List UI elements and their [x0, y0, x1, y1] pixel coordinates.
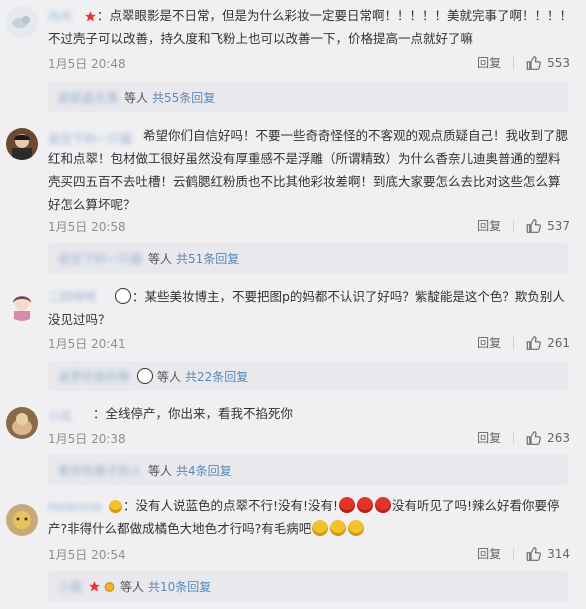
reply-button[interactable]: 回复	[477, 545, 501, 562]
reply-button[interactable]: 回复	[477, 429, 501, 446]
comment-item: 丹丹 ：点翠眼影是不日常，但是为什么彩妆一定要日常啊！！！！！美就完事了啊！！！…	[0, 0, 586, 120]
angry-face-icon	[339, 497, 356, 513]
avatar[interactable]	[6, 6, 38, 38]
comment-body: ：点翠眼影是不日常，但是为什么彩妆一定要日常啊！！！！！美就完事了啊！！！！不过…	[48, 8, 573, 46]
thumbs-up-icon	[526, 55, 542, 70]
like-button[interactable]: 314	[526, 547, 570, 561]
divider	[513, 219, 515, 232]
reply-user[interactable]: 庭前晶光落	[58, 89, 118, 106]
reply-thread[interactable]: 波罗吃饭的熊 等人 共22条回复	[48, 361, 568, 391]
angry-face-icon	[357, 497, 374, 513]
comment-item: 小瓜 ：全线停产，你出来，看我不掐死你 1月5日 20:38 回复 263 喜欢…	[0, 395, 586, 490]
like-count: 261	[547, 335, 570, 350]
avatar[interactable]	[6, 504, 38, 536]
reply-button[interactable]: 回复	[477, 54, 501, 71]
timestamp: 1月5日 20:38	[48, 432, 126, 446]
reply-count-link[interactable]: 共55条回复	[152, 89, 215, 106]
reply-mid: 等人	[120, 579, 145, 594]
like-count: 553	[547, 55, 570, 70]
thumbs-up-icon	[526, 546, 542, 561]
panda-icon	[137, 368, 154, 384]
like-count: 263	[547, 430, 570, 445]
star-icon	[88, 580, 101, 593]
comment-item: 二四呀呀 ：某些美妆博主，不要把图p的妈都不认识了好吗？紫靛能是这个色？欺负别人…	[0, 275, 586, 395]
divider	[513, 56, 515, 69]
reply-count-link[interactable]: 共51条回复	[176, 250, 239, 267]
divider	[513, 336, 515, 349]
comment-actions: 回复 537	[477, 217, 570, 234]
comment-actions: 回复 261	[477, 334, 570, 351]
reply-thread[interactable]: 小茵 等人 共10条回复	[48, 571, 568, 601]
shrug-emoji-icon	[312, 520, 329, 536]
divider	[513, 431, 515, 444]
comment-actions: 回复 553	[477, 54, 570, 71]
timestamp: 1月5日 20:48	[48, 57, 126, 71]
medal-icon	[103, 580, 116, 593]
like-button[interactable]: 553	[526, 56, 570, 70]
comment-text: ：没有人说蓝色的点翠不行!没有!没有! 没有听见了吗!辣么好看你要停产?非得什么都…	[48, 494, 572, 540]
shrug-emoji-icon	[348, 520, 365, 536]
timestamp: 1月5日 20:54	[48, 548, 126, 562]
comment-text: 希望你们自信好吗！不要一些奇奇怪怪的不客观的观点质疑自己！我收到了腮红和点翠！包…	[48, 128, 569, 212]
comment-text: ：某些美妆博主，不要把图p的妈都不认识了好吗？紫靛能是这个色？欺负别人没见过吗？	[48, 285, 572, 331]
comment-body: ：没有人说蓝色的点翠不行!没有!没有!	[123, 498, 339, 513]
comment-actions: 回复 263	[477, 429, 570, 446]
thumbs-up-icon	[526, 335, 542, 350]
timestamp: 1月5日 20:41	[48, 337, 126, 351]
comment-item: 是空下的一只猫 希望你们自信好吗！不要一些奇奇怪怪的不客观的观点质疑自己！我收到…	[0, 120, 586, 275]
reply-user[interactable]: 小茵	[58, 578, 82, 595]
comment-item: HeiAnnie ：没有人说蓝色的点翠不行!没有!没有! 没有听见了吗!辣么好看你…	[0, 490, 586, 609]
reply-thread[interactable]: 是空下的一只猫 等人 共51条回复	[48, 243, 568, 273]
reply-user[interactable]: 是空下的一只猫	[58, 250, 142, 267]
thumbs-up-icon	[526, 218, 542, 233]
timestamp: 1月5日 20:58	[48, 220, 126, 234]
divider	[513, 547, 515, 560]
reply-count-link[interactable]: 共10条回复	[148, 578, 211, 595]
reply-count-link[interactable]: 共22条回复	[185, 368, 248, 385]
reply-mid: 等人	[157, 369, 182, 384]
comment-text: ：全线停产，你出来，看我不掐死你	[93, 406, 294, 421]
thumbs-up-icon	[526, 430, 542, 445]
like-button[interactable]: 261	[526, 336, 570, 350]
avatar[interactable]	[6, 407, 38, 439]
like-count: 537	[547, 218, 570, 233]
comment-actions: 回复 314	[477, 545, 570, 562]
panda-icon	[115, 288, 131, 304]
like-button[interactable]: 537	[526, 219, 570, 233]
angry-face-icon	[375, 497, 392, 513]
avatar[interactable]	[6, 128, 38, 160]
reply-thread[interactable]: 喜欢吃橘子的人 等人 共4条回复	[48, 455, 568, 485]
avatar[interactable]	[6, 289, 38, 321]
reply-mid: 等人	[124, 90, 149, 105]
like-count: 314	[547, 546, 570, 561]
shrug-emoji-icon	[330, 520, 347, 536]
comment-list: 丹丹 ：点翠眼影是不日常，但是为什么彩妆一定要日常啊！！！！！美就完事了啊！！！…	[0, 0, 586, 609]
like-button[interactable]: 263	[526, 431, 570, 445]
reply-count-link[interactable]: 共4条回复	[176, 462, 232, 479]
reply-button[interactable]: 回复	[477, 217, 501, 234]
reply-user[interactable]: 波罗吃饭的熊	[58, 368, 130, 385]
reply-user[interactable]: 喜欢吃橘子的人	[58, 462, 142, 479]
reply-thread[interactable]: 庭前晶光落 等人 共55条回复	[48, 82, 568, 112]
comment-text: ：点翠眼影是不日常，但是为什么彩妆一定要日常啊！！！！！美就完事了啊！！！！不过…	[48, 4, 572, 50]
star-icon	[84, 10, 97, 23]
emoji-icon	[109, 500, 122, 513]
reply-mid: 等人	[148, 463, 173, 478]
reply-mid: 等人	[148, 251, 173, 266]
reply-button[interactable]: 回复	[477, 334, 501, 351]
